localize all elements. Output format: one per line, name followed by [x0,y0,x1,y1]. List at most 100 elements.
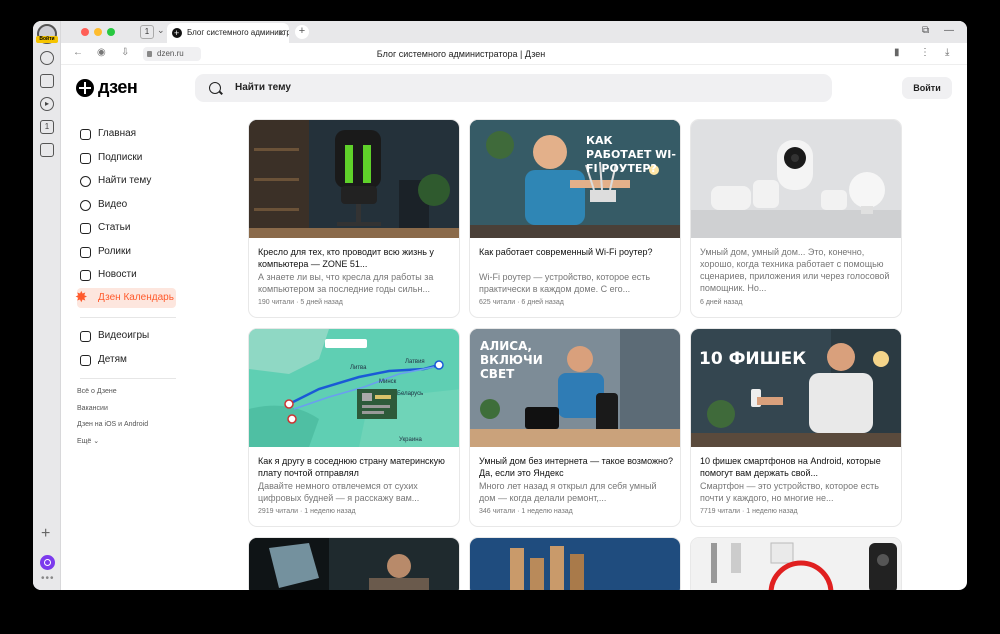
map-label: Литва [350,365,367,371]
close-tab-icon[interactable]: ✕ [277,23,285,43]
card-title: Как работает современный Wi-Fi роутер? [479,247,653,257]
card-meta: 2919 читали · 1 неделю назад [258,508,356,515]
active-tab[interactable]: Блог системного администратора ✕ [167,23,289,43]
history-icon[interactable] [40,51,54,65]
card-description: Умный дом, умный дом... Это, конечно, хо… [700,247,890,293]
route-map-image [249,329,459,447]
footer-link-more[interactable]: Ещё ⌄ [77,437,99,445]
dzen-logo-icon[interactable] [76,79,94,97]
map-label: Украина [399,437,422,443]
nav-item-dzen-calendar[interactable]: ✸ Дзен Календарь [75,288,176,308]
copy-icon[interactable]: ⧉ [922,25,929,36]
collections-icon[interactable] [40,74,54,88]
nav-item-find-topic[interactable]: Найти тему [77,171,187,191]
calendar-burst-icon: ✸ [75,289,88,306]
shorts-icon [80,247,91,258]
nav-item-video[interactable]: Видео [77,195,187,215]
nav-item-videogames[interactable]: Видеоигры [77,326,187,346]
article-card[interactable]: Кресло для тех, кто проводит всю жизнь у… [248,119,460,318]
more-label: Ещё [77,438,92,445]
article-card[interactable]: Литва Латвия Минск Беларусь Украина Как … [248,328,460,527]
card-meta: 7719 читали · 1 неделю назад [700,508,798,515]
card-title: Кресло для тех, кто проводит всю жизнь у… [258,247,434,269]
divider [80,378,176,379]
tab-counter-icon[interactable]: 1 [40,120,54,134]
url-field[interactable]: dzen.ru [143,47,201,61]
nav-item-subscriptions[interactable]: Подписки [77,148,187,168]
protect-icon[interactable]: ◉ [97,47,106,58]
screenshot-icon[interactable] [40,143,54,157]
alice-assistant-icon[interactable] [40,555,55,570]
dzen-logo-text[interactable]: дзен [98,77,138,98]
footer-link-about[interactable]: Всё о Дзене [77,388,117,395]
card-meta: 625 читали · 6 дней назад [479,299,564,306]
divider [80,317,176,318]
article-card[interactable]: АЛИСА, ВКЛЮЧИ СВЕТ Умный дом без интерне… [469,328,681,527]
article-card[interactable]: КАК РАБОТАЕТ WI-FI РОУТЕР? Как работает … [469,119,681,318]
article-card[interactable]: Умный дом, умный дом... Это, конечно, хо… [690,119,902,318]
card-title: Как я другу в соседнюю страну материнску… [258,456,445,478]
search-placeholder: Найти тему [235,82,291,93]
tab-title: Блог системного администратора [187,28,289,37]
back-icon[interactable]: ← [73,47,83,58]
map-label: Беларусь [397,391,424,397]
nav-label: Главная [98,128,137,139]
minimize-icon[interactable]: — [944,25,954,36]
nav-label: Видео [98,199,128,210]
android-tips-image [691,329,901,447]
card-thumbnail-image [249,538,459,590]
close-window-button[interactable] [81,28,89,36]
card-thumbnail [249,120,459,238]
nav-item-shorts[interactable]: Ролики [77,242,187,262]
card-title: Умный дом без интернета — такое возможно… [479,456,674,478]
nav-item-kids[interactable]: Детям [77,350,187,370]
card-description: Wi-Fi роутер — устройство, которое есть … [479,272,651,294]
smart-home-devices-image [691,120,901,238]
nav-label: Видеоигры [98,330,150,341]
maximize-window-button[interactable] [107,28,115,36]
article-card[interactable]: 10 ФИШЕК 10 фишек смартфонов на Android,… [690,328,902,527]
chevron-down-icon: ⌄ [93,438,100,445]
more-icon[interactable]: ••• [41,573,55,584]
search-bar[interactable]: Найти тему [195,74,832,102]
nav-label: Статьи [98,222,131,233]
play-icon[interactable]: ▸ [40,97,54,111]
subscriptions-icon [80,153,91,164]
nav-item-articles[interactable]: Статьи [77,218,187,238]
login-button[interactable]: Войти [902,77,952,99]
bookmark-icon[interactable]: ▮ [894,47,900,58]
card-thumbnail: 10 ФИШЕК [691,329,901,447]
article-card[interactable] [690,537,902,590]
nav-item-home[interactable]: Главная [77,124,187,144]
card-description: Смартфон — это устройство, которое есть … [700,481,879,503]
card-meta: 6 дней назад [700,299,743,306]
downloads-shortcut-icon[interactable]: ⇩ [121,47,129,58]
add-panel-icon[interactable]: + [41,525,50,543]
footer-link-jobs[interactable]: Вакансии [77,405,108,412]
page-title: Блог системного администратора | Дзен [376,49,546,59]
home-icon [80,129,91,140]
menu-icon[interactable]: ⋮ [920,47,930,58]
download-icon[interactable]: ⤓ [945,47,949,58]
card-thumbnail-image [470,538,680,590]
thumbnail-overlay-text: КАК РАБОТАЕТ WI-FI РОУТЕР? [586,134,676,175]
minimize-window-button[interactable] [94,28,102,36]
footer-link-apps[interactable]: Дзен на iOS и Android [77,421,148,428]
articles-icon [80,223,91,234]
thumbnail-overlay-text: 10 ФИШЕК [699,349,807,369]
article-card[interactable] [469,537,681,590]
nav-item-news[interactable]: Новости [77,265,187,285]
article-card[interactable] [248,537,460,590]
news-icon [80,270,91,281]
new-tab-button[interactable]: + [295,25,309,39]
chevron-down-icon[interactable]: ⌄ [157,25,165,36]
card-description: Много лет назад я открыл для себя умный … [479,481,657,503]
profile-login-badge[interactable]: Войти [36,36,58,43]
tab-count[interactable]: 1 [140,25,154,39]
browser-sidebar: Войти ▸ 1 + ••• [33,21,61,590]
kids-icon [80,355,91,366]
tab-bar: 1 ⌄ Блог системного администратора ✕ + ⧉… [61,21,967,43]
nav-label: Детям [98,354,127,365]
nav-label: Дзен Календарь [98,292,174,303]
map-label: Минск [379,379,397,385]
